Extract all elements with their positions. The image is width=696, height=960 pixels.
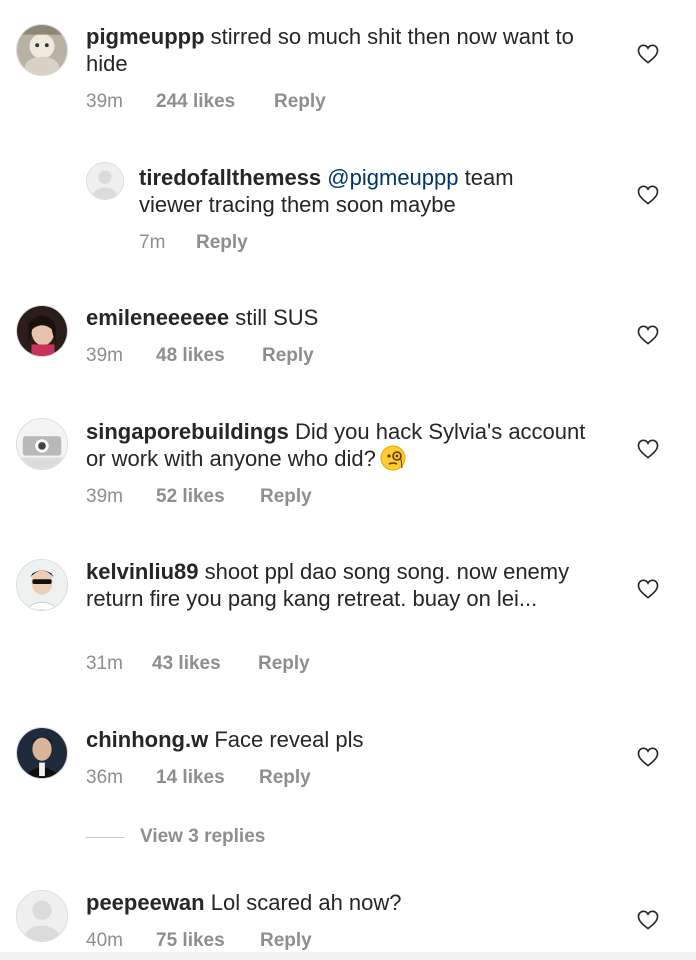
timestamp: 36m — [86, 767, 123, 788]
heart-icon[interactable] — [637, 579, 659, 599]
likes-count[interactable]: 43 likes — [152, 653, 258, 675]
monocle-face-emoji — [380, 445, 406, 471]
username[interactable]: peepeewan — [86, 890, 205, 915]
reply-button[interactable]: Reply — [259, 767, 311, 789]
default-avatar-icon[interactable] — [16, 890, 68, 942]
mention-link[interactable]: @pigmeuppp — [327, 165, 458, 190]
bottom-edge — [0, 952, 696, 960]
likes-count[interactable]: 48 likes — [156, 345, 262, 367]
likes-count[interactable]: 52 likes — [156, 486, 260, 508]
reply-button[interactable]: Reply — [262, 345, 314, 367]
timestamp: 7m — [139, 232, 166, 253]
heart-icon[interactable] — [637, 185, 659, 205]
default-avatar-icon[interactable] — [86, 162, 124, 200]
username[interactable]: emileneeeeee — [86, 305, 229, 330]
reply-button[interactable]: Reply — [274, 91, 326, 113]
comment-text: kelvinliu89 shoot ppl dao song song. now… — [86, 558, 586, 612]
reply-button[interactable]: Reply — [196, 232, 248, 254]
comment-text: chinhong.w Face reveal pls — [86, 726, 586, 753]
comment-text: pigmeuppp stirred so much shit then now … — [86, 23, 586, 77]
username[interactable]: kelvinliu89 — [86, 559, 199, 584]
reply-button[interactable]: Reply — [258, 653, 310, 675]
comment-meta: 7m Reply — [139, 232, 248, 254]
comment-text: singaporebuildings Did you hack Sylvia's… — [86, 418, 586, 472]
divider-line — [86, 836, 124, 838]
timestamp: 31m — [86, 653, 123, 674]
likes-count[interactable]: 75 likes — [156, 930, 260, 952]
comment-body: Lol scared ah now? — [210, 890, 402, 915]
heart-icon[interactable] — [637, 439, 659, 459]
reply-button[interactable]: Reply — [260, 486, 312, 508]
comment-body: still SUS — [235, 305, 319, 330]
comment-meta: 36m 14 likes Reply — [86, 767, 311, 789]
heart-icon[interactable] — [637, 910, 659, 930]
likes-count[interactable]: 14 likes — [156, 767, 259, 789]
avatar[interactable] — [16, 559, 68, 611]
view-replies-button[interactable]: View 3 replies — [86, 826, 265, 848]
heart-icon[interactable] — [637, 747, 659, 767]
username[interactable]: singaporebuildings — [86, 419, 289, 444]
comment-meta: 31m 43 likes Reply — [86, 653, 310, 675]
comment-text: peepeewan Lol scared ah now? — [86, 889, 586, 916]
timestamp: 39m — [86, 345, 123, 366]
view-replies-label: View 3 replies — [140, 826, 266, 847]
likes-count[interactable]: 244 likes — [156, 91, 274, 113]
comment-meta: 39m 52 likes Reply — [86, 486, 312, 508]
comment-text: tiredofallthemess @pigmeuppp team viewer… — [139, 164, 579, 218]
timestamp: 40m — [86, 930, 123, 951]
avatar[interactable] — [16, 305, 68, 357]
comment-meta: 39m 48 likes Reply — [86, 345, 314, 367]
comment-meta: 39m 244 likes Reply — [86, 91, 326, 113]
timestamp: 39m — [86, 91, 123, 112]
avatar[interactable] — [16, 418, 68, 470]
username[interactable]: pigmeuppp — [86, 24, 205, 49]
username[interactable]: tiredofallthemess — [139, 165, 321, 190]
heart-icon[interactable] — [637, 325, 659, 345]
comment-body: Face reveal pls — [214, 727, 364, 752]
avatar[interactable] — [16, 727, 68, 779]
comment-text: emileneeeeee still SUS — [86, 304, 586, 331]
comment-meta: 40m 75 likes Reply — [86, 930, 312, 952]
username[interactable]: chinhong.w — [86, 727, 208, 752]
avatar[interactable] — [16, 24, 68, 76]
timestamp: 39m — [86, 486, 123, 507]
heart-icon[interactable] — [637, 44, 659, 64]
reply-button[interactable]: Reply — [260, 930, 312, 952]
